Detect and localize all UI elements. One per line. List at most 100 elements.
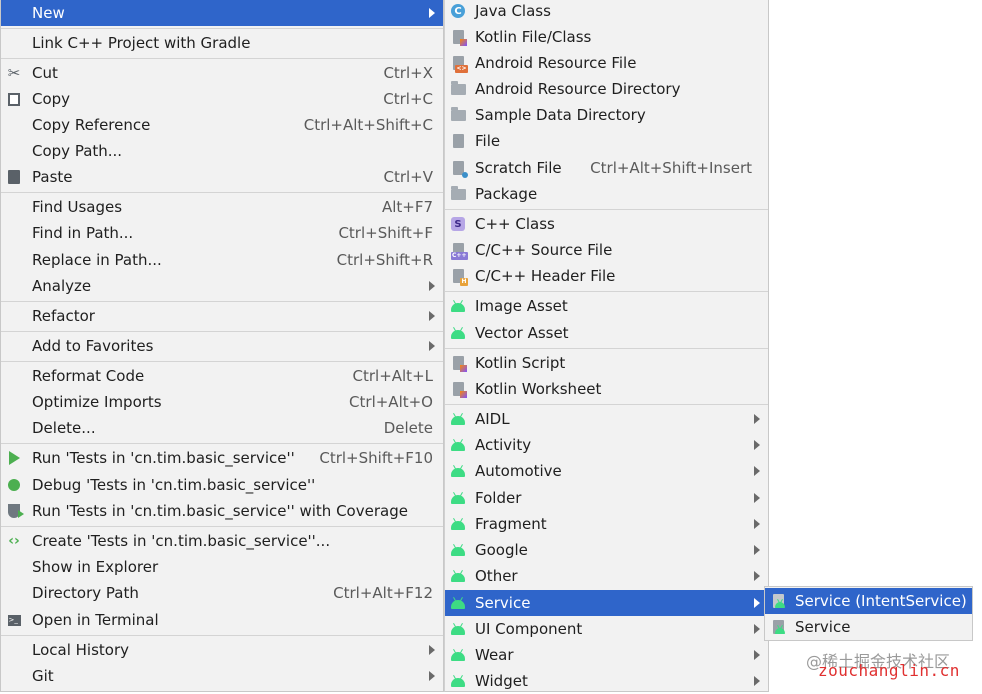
service-submenu: Service (IntentService) Service <box>764 586 973 641</box>
menu-separator <box>445 291 768 292</box>
menu-item-run-tests[interactable]: Run 'Tests in 'cn.tim.basic_service'' Ct… <box>1 445 443 471</box>
new-item-android-resource-file[interactable]: <> Android Resource File <box>445 50 768 76</box>
menu-item-debug-tests[interactable]: Debug 'Tests in 'cn.tim.basic_service'' <box>1 472 443 498</box>
menu-item-optimize-imports[interactable]: Optimize Imports Ctrl+Alt+O <box>1 389 443 415</box>
new-item-service[interactable]: Service <box>445 590 768 616</box>
new-item-fragment[interactable]: Fragment <box>445 511 768 537</box>
menu-item-refactor[interactable]: Refactor <box>1 303 443 329</box>
menu-item-create-tests[interactable]: ‹› Create 'Tests in 'cn.tim.basic_servic… <box>1 528 443 554</box>
menu-item-label: AIDL <box>475 410 510 428</box>
menu-separator <box>1 635 443 636</box>
menu-item-run-with-coverage[interactable]: Run 'Tests in 'cn.tim.basic_service'' wi… <box>1 498 443 524</box>
new-item-wear[interactable]: Wear <box>445 642 768 668</box>
submenu-arrow-icon <box>429 645 435 655</box>
submenu-arrow-icon <box>754 440 760 450</box>
debug-bug-icon <box>6 477 22 493</box>
menu-item-replace-in-path[interactable]: Replace in Path... Ctrl+Shift+R <box>1 247 443 273</box>
menu-item-label: Scratch File <box>475 159 562 177</box>
menu-item-shortcut: Ctrl+Alt+F12 <box>333 584 433 602</box>
menu-item-label: Run 'Tests in 'cn.tim.basic_service'' wi… <box>32 502 408 520</box>
menu-item-copy-reference[interactable]: Copy Reference Ctrl+Alt+Shift+C <box>1 112 443 138</box>
new-item-automotive[interactable]: Automotive <box>445 458 768 484</box>
new-item-cpp-class[interactable]: S C++ Class <box>445 211 768 237</box>
menu-item-label: Kotlin File/Class <box>475 28 592 46</box>
menu-item-delete[interactable]: Delete... Delete <box>1 415 443 441</box>
submenu-arrow-icon <box>754 545 760 555</box>
menu-item-analyze[interactable]: Analyze <box>1 273 443 299</box>
new-item-kotlin-worksheet[interactable]: Kotlin Worksheet <box>445 376 768 402</box>
new-item-activity[interactable]: Activity <box>445 432 768 458</box>
menu-item-open-in-terminal[interactable]: >_ Open in Terminal <box>1 607 443 633</box>
new-item-scratch-file[interactable]: Scratch File Ctrl+Alt+Shift+Insert <box>445 155 768 181</box>
submenu-arrow-icon <box>754 466 760 476</box>
menu-item-label: Copy <box>32 90 71 108</box>
menu-item-git[interactable]: Git <box>1 663 443 689</box>
menu-item-find-in-path[interactable]: Find in Path... Ctrl+Shift+F <box>1 220 443 246</box>
menu-item-new[interactable]: New <box>1 0 443 26</box>
menu-item-label: Vector Asset <box>475 324 569 342</box>
menu-item-show-in-explorer[interactable]: Show in Explorer <box>1 554 443 580</box>
menu-item-copy[interactable]: Copy Ctrl+C <box>1 86 443 112</box>
menu-item-label: Debug 'Tests in 'cn.tim.basic_service'' <box>32 476 316 494</box>
menu-item-label: Google <box>475 541 528 559</box>
new-item-other[interactable]: Other <box>445 563 768 589</box>
new-item-sample-data-directory[interactable]: Sample Data Directory <box>445 102 768 128</box>
new-item-image-asset[interactable]: Image Asset <box>445 293 768 319</box>
service-item-service[interactable]: Service <box>765 614 972 640</box>
android-icon <box>450 595 466 611</box>
menu-item-reformat-code[interactable]: Reformat Code Ctrl+Alt+L <box>1 363 443 389</box>
menu-item-copy-path[interactable]: Copy Path... <box>1 138 443 164</box>
menu-item-find-usages[interactable]: Find Usages Alt+F7 <box>1 194 443 220</box>
menu-item-cut[interactable]: ✂ Cut Ctrl+X <box>1 60 443 86</box>
menu-separator <box>445 209 768 210</box>
menu-separator <box>1 526 443 527</box>
menu-item-label: Sample Data Directory <box>475 106 646 124</box>
menu-item-label: Service <box>475 594 531 612</box>
submenu-arrow-icon <box>754 493 760 503</box>
submenu-arrow-icon <box>754 414 760 424</box>
new-item-file[interactable]: File <box>445 128 768 154</box>
android-icon <box>450 490 466 506</box>
copy-icon <box>6 91 22 107</box>
new-item-vector-asset[interactable]: Vector Asset <box>445 320 768 346</box>
new-item-android-resource-directory[interactable]: Android Resource Directory <box>445 76 768 102</box>
new-item-ui-component[interactable]: UI Component <box>445 616 768 642</box>
android-icon <box>450 542 466 558</box>
menu-item-shortcut: Ctrl+Shift+R <box>336 251 433 269</box>
menu-item-shortcut: Ctrl+X <box>383 64 433 82</box>
android-service-icon <box>770 593 786 609</box>
new-item-folder[interactable]: Folder <box>445 485 768 511</box>
menu-item-label: Copy Reference <box>32 116 151 134</box>
menu-item-label: Android Resource Directory <box>475 80 681 98</box>
new-item-widget[interactable]: Widget <box>445 668 768 694</box>
new-item-kotlin-script[interactable]: Kotlin Script <box>445 350 768 376</box>
android-icon <box>450 568 466 584</box>
menu-item-label: Reformat Code <box>32 367 145 385</box>
new-item-aidl[interactable]: AIDL <box>445 406 768 432</box>
menu-separator <box>1 58 443 59</box>
package-icon <box>450 185 466 202</box>
new-item-cpp-header-file[interactable]: H C/C++ Header File <box>445 263 768 289</box>
new-item-google[interactable]: Google <box>445 537 768 563</box>
service-item-intent-service[interactable]: Service (IntentService) <box>765 588 972 614</box>
menu-item-shortcut: Ctrl+C <box>383 90 433 108</box>
new-item-java-class[interactable]: C Java Class <box>445 0 768 24</box>
menu-item-label: Show in Explorer <box>32 558 159 576</box>
new-item-package[interactable]: Package <box>445 181 768 207</box>
submenu-arrow-icon <box>429 281 435 291</box>
android-icon <box>450 463 466 479</box>
menu-item-label: Open in Terminal <box>32 611 159 629</box>
menu-item-paste[interactable]: Paste Ctrl+V <box>1 164 443 190</box>
menu-item-add-to-favorites[interactable]: Add to Favorites <box>1 333 443 359</box>
new-item-kotlin-file[interactable]: Kotlin File/Class <box>445 24 768 50</box>
menu-separator <box>445 348 768 349</box>
menu-item-local-history[interactable]: Local History <box>1 637 443 663</box>
menu-item-link-cpp-project[interactable]: Link C++ Project with Gradle <box>1 30 443 56</box>
menu-separator <box>1 331 443 332</box>
android-icon <box>450 325 466 341</box>
menu-item-shortcut: Ctrl+Alt+Shift+C <box>303 116 433 134</box>
new-item-cpp-source-file[interactable]: C++ C/C++ Source File <box>445 237 768 263</box>
menu-item-directory-path[interactable]: Directory Path Ctrl+Alt+F12 <box>1 580 443 606</box>
menu-item-label: New <box>32 4 65 22</box>
scissors-icon: ✂ <box>7 64 21 82</box>
